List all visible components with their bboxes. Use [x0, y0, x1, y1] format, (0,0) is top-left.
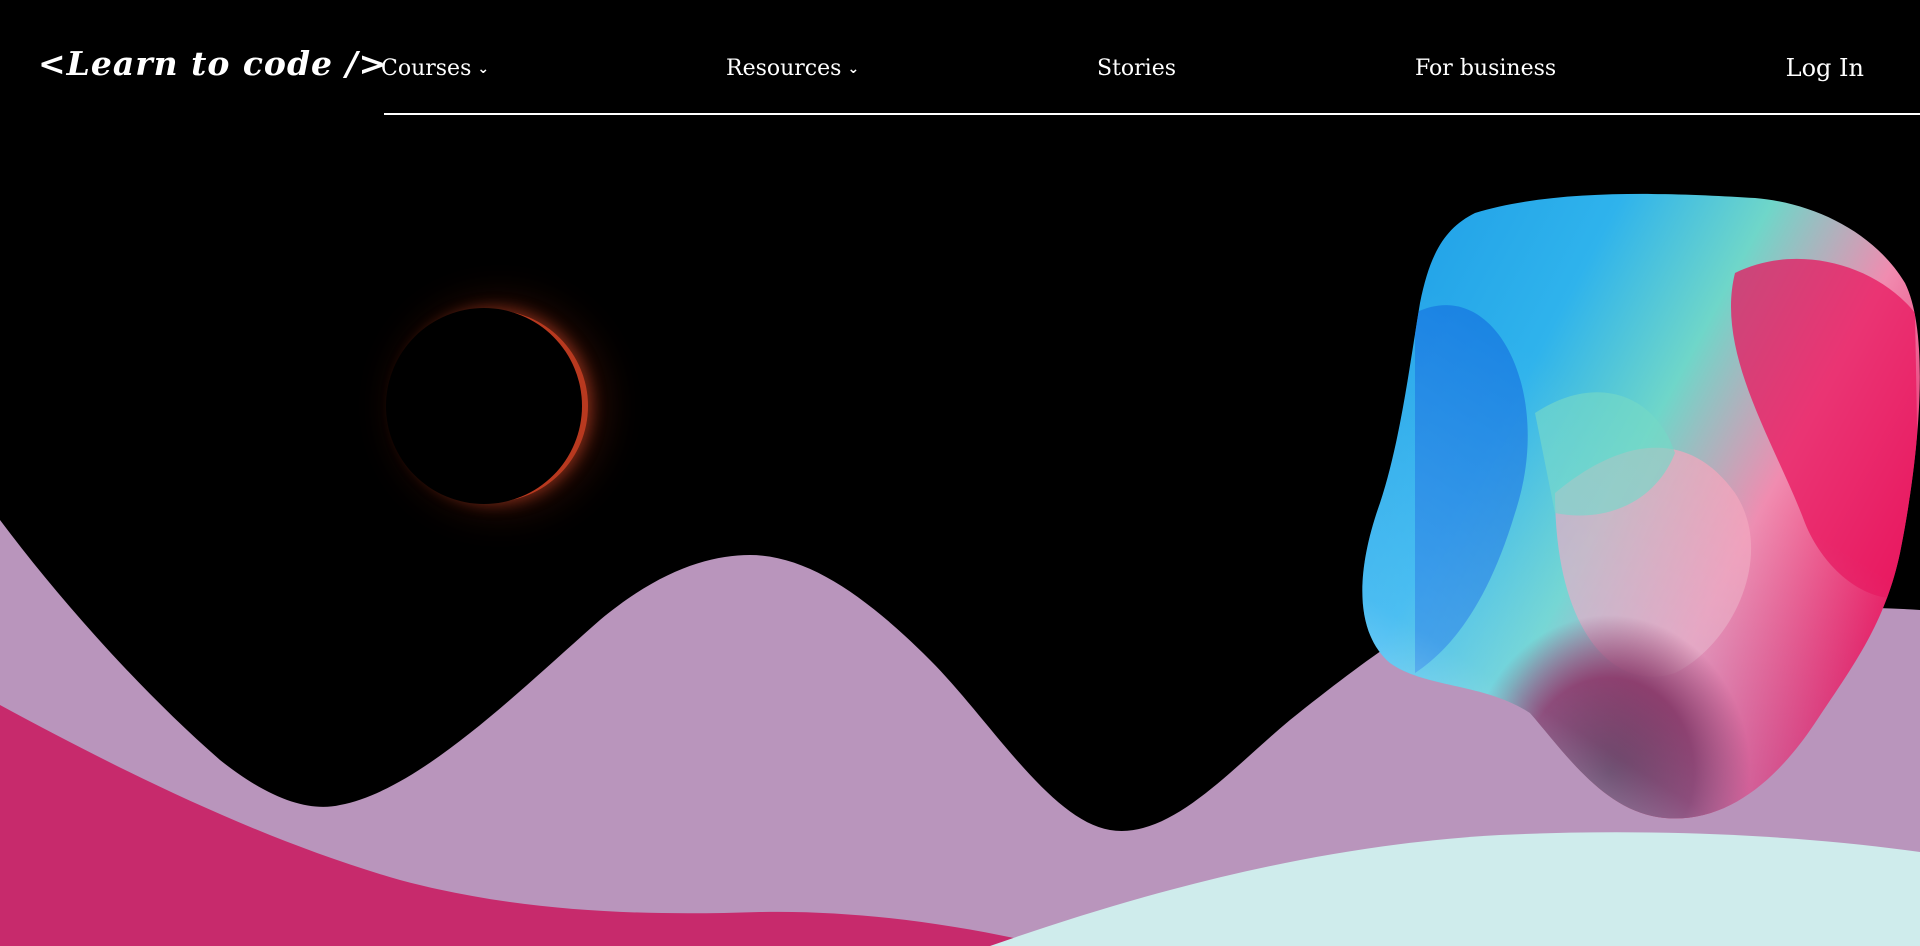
nav-resources-label: Resources [726, 56, 842, 81]
nav-stories[interactable]: Stories [1097, 56, 1176, 81]
eclipse-sun [386, 308, 582, 504]
painted-blob-image [1362, 193, 1920, 819]
nav-for-business[interactable]: For business [1415, 56, 1556, 81]
nav-courses-label: Courses [381, 56, 472, 81]
login-link[interactable]: Log In [1786, 54, 1864, 82]
nav-stories-label: Stories [1097, 56, 1177, 81]
chevron-down-icon: ⌄ [847, 61, 860, 77]
site-logo[interactable]: <Learn to code /> [38, 44, 387, 83]
landing-hero: <Learn to code /> Courses ⌄ Resources ⌄ St… [0, 0, 1920, 946]
nav-divider [384, 113, 1920, 115]
nav-courses[interactable]: Courses ⌄ [381, 56, 489, 81]
chevron-down-icon: ⌄ [477, 61, 490, 77]
nav-for-business-label: For business [1415, 56, 1557, 81]
nav-resources[interactable]: Resources ⌄ [726, 56, 859, 81]
